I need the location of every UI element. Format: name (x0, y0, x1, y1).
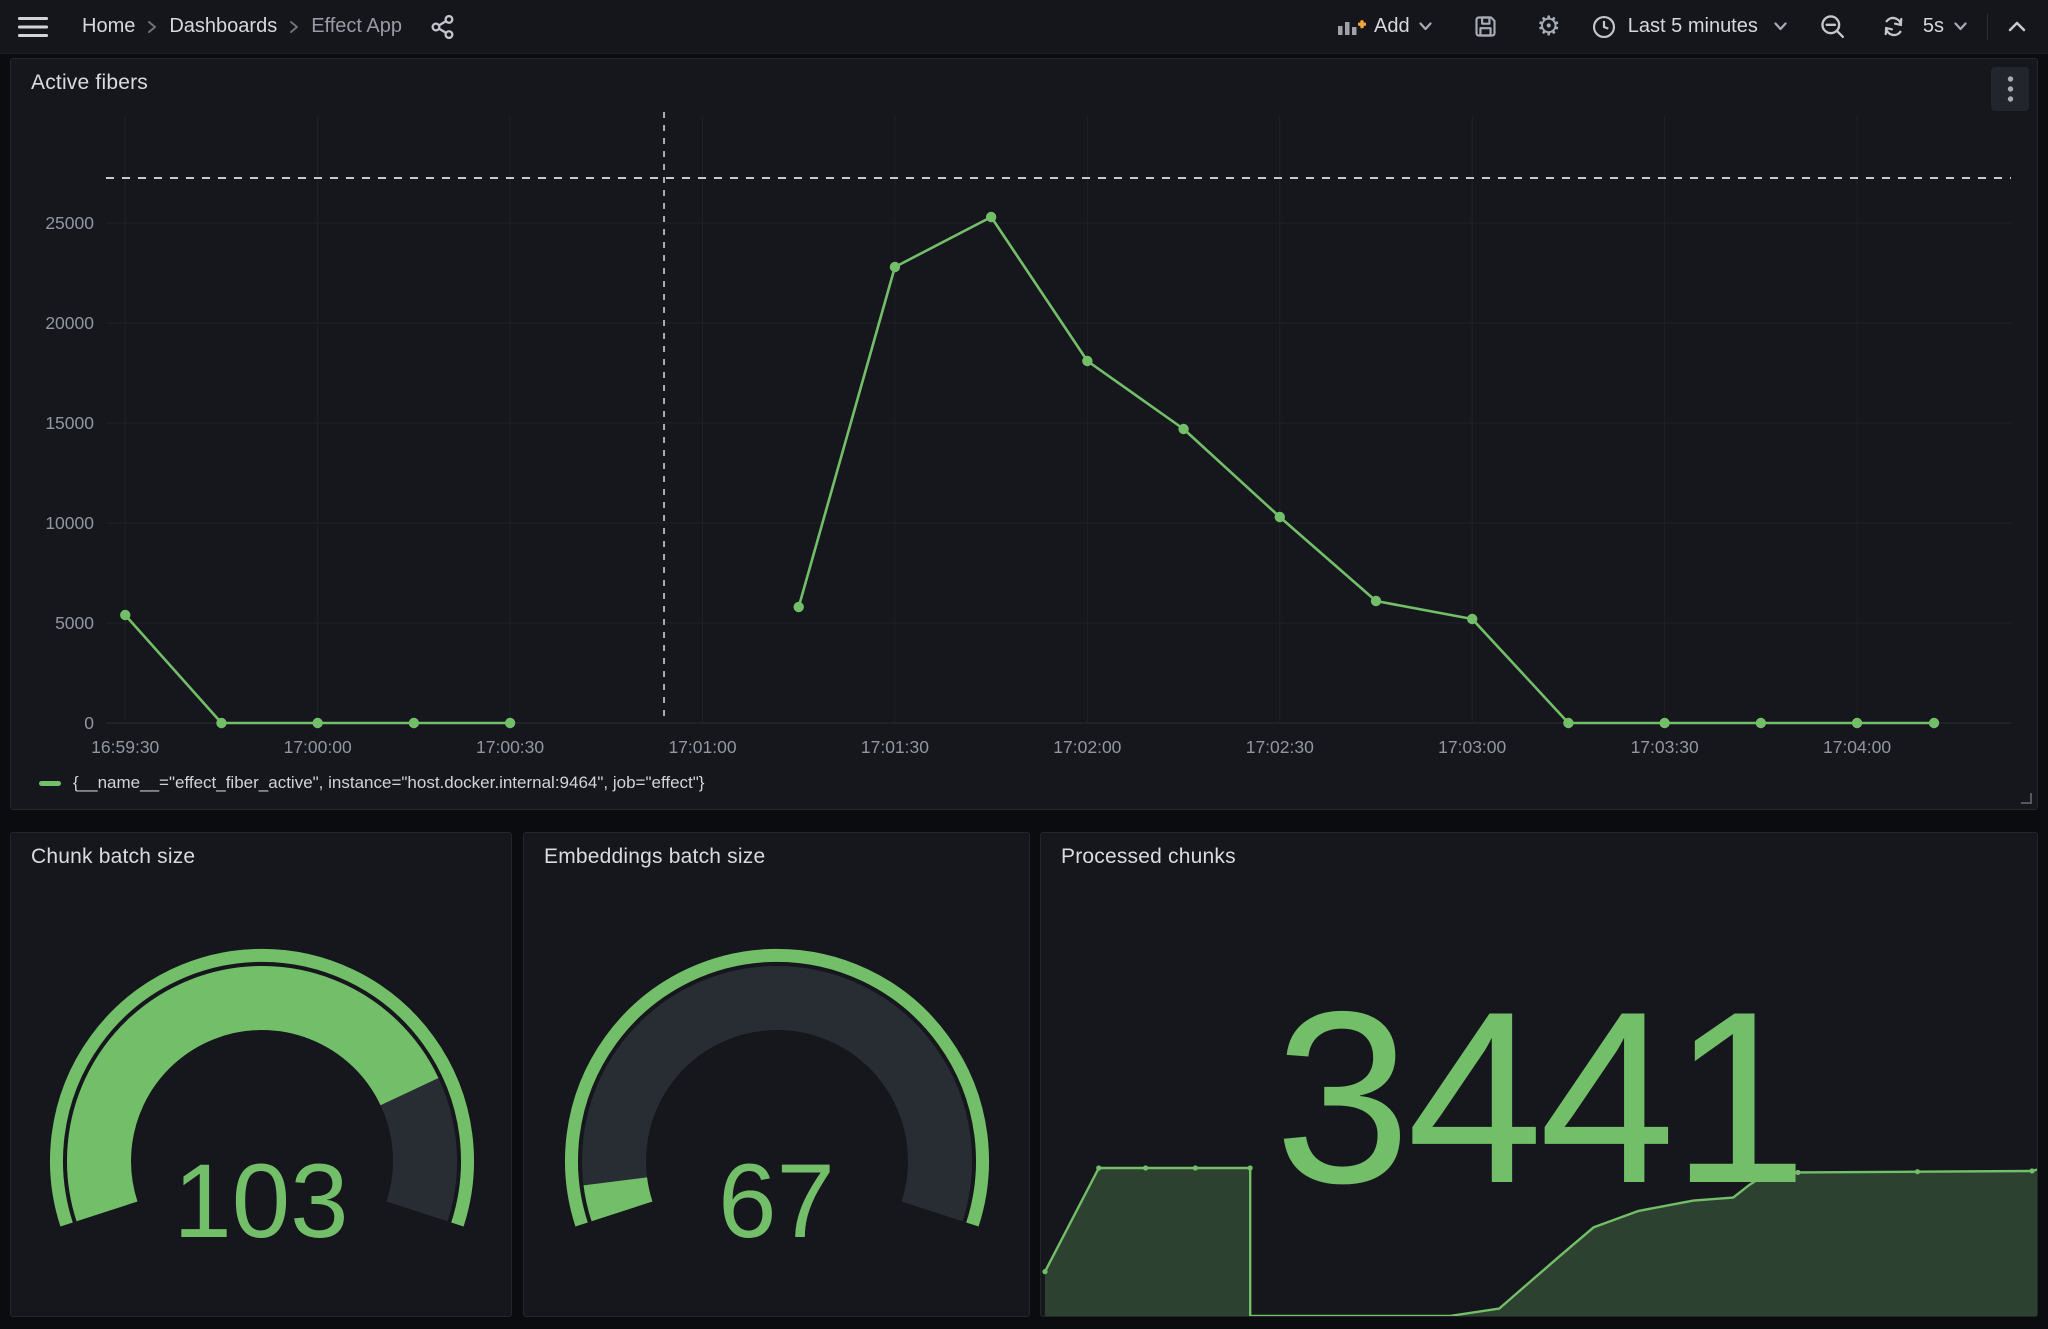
panel-title[interactable]: Processed chunks (1061, 845, 1236, 869)
chevron-down-icon (1419, 22, 1432, 31)
panel-resize-handle[interactable] (2021, 793, 2032, 804)
panel-title[interactable]: Embeddings batch size (544, 845, 765, 869)
svg-text:17:02:00: 17:02:00 (1053, 737, 1121, 757)
navbar-divider (1987, 14, 1988, 40)
dashboard-settings-button[interactable]: ⚙ (1533, 9, 1565, 44)
hamburger-icon (18, 14, 48, 40)
panel-embeddings-batch-size: Embeddings batch size 67 (523, 832, 1030, 1317)
time-range-label: Last 5 minutes (1628, 15, 1758, 38)
svg-text:5000: 5000 (55, 613, 94, 633)
panel-active-fibers: Active fibers 0 5000 10000 15000 20000 25000 1… (10, 58, 2038, 810)
breadcrumb-current: Effect App (311, 15, 402, 38)
refresh-picker: 5s (1876, 9, 1967, 44)
legend-label: {__name__="effect_fiber_active", instanc… (73, 773, 704, 793)
share-dashboard-button[interactable] (426, 10, 460, 44)
panel-title[interactable]: Active fibers (31, 71, 148, 95)
svg-text:10000: 10000 (45, 513, 94, 533)
svg-text:17:01:30: 17:01:30 (861, 737, 929, 757)
chevron-up-icon (2008, 21, 2026, 32)
refresh-icon (1880, 13, 1907, 40)
svg-text:17:03:00: 17:03:00 (1438, 737, 1506, 757)
svg-text:25000: 25000 (45, 213, 94, 233)
add-panel-icon (1336, 14, 1366, 40)
navbar-left: Home Dashboards Effect App (14, 10, 460, 44)
grafana-dashboard: Home Dashboards Effect App (0, 0, 2048, 1329)
legend-item[interactable]: {__name__="effect_fiber_active", instanc… (39, 773, 704, 793)
breadcrumb-separator-icon (289, 20, 299, 34)
clock-icon (1591, 14, 1617, 40)
stat-value: 3441 (1041, 975, 2037, 1220)
kiosk-mode-button[interactable] (2004, 17, 2030, 36)
share-icon (430, 14, 456, 40)
svg-text:17:03:30: 17:03:30 (1631, 737, 1699, 757)
svg-text:20000: 20000 (45, 313, 94, 333)
kebab-menu-icon (2007, 75, 2014, 103)
timeseries-chart[interactable]: 0 5000 10000 15000 20000 25000 16:59:30 17:00:0… (11, 59, 2039, 765)
svg-text:17:02:30: 17:02:30 (1246, 737, 1314, 757)
add-label: Add (1374, 15, 1410, 38)
svg-text:17:01:00: 17:01:00 (668, 737, 736, 757)
time-range-picker[interactable]: Last 5 minutes (1591, 14, 1787, 40)
gauge-value: 67 (524, 1149, 1029, 1254)
save-dashboard-button[interactable] (1468, 9, 1503, 44)
hamburger-menu-button[interactable] (14, 10, 52, 44)
svg-text:17:04:00: 17:04:00 (1823, 737, 1891, 757)
svg-text:17:00:00: 17:00:00 (284, 737, 352, 757)
svg-text:16:59:30: 16:59:30 (91, 737, 159, 757)
chevron-down-icon[interactable] (1954, 22, 1967, 31)
chevron-down-icon (1774, 22, 1787, 31)
breadcrumb-home[interactable]: Home (82, 15, 135, 38)
panel-chunk-batch-size: Chunk batch size 103 (10, 832, 512, 1317)
gear-icon: ⚙ (1537, 13, 1561, 40)
svg-text:17:00:30: 17:00:30 (476, 737, 544, 757)
svg-text:0: 0 (84, 713, 94, 733)
breadcrumb-dashboards[interactable]: Dashboards (169, 15, 277, 38)
add-button[interactable]: Add (1336, 14, 1432, 40)
breadcrumb-separator-icon (147, 20, 157, 34)
legend-swatch (39, 781, 61, 786)
navbar: Home Dashboards Effect App (0, 0, 2048, 54)
refresh-interval-label[interactable]: 5s (1923, 15, 1944, 38)
svg-text:15000: 15000 (45, 413, 94, 433)
panel-menu-button[interactable] (1991, 67, 2029, 111)
navbar-right: Add ⚙ (1336, 9, 2030, 44)
save-icon (1472, 13, 1499, 40)
zoom-out-icon (1819, 13, 1846, 40)
refresh-button[interactable] (1876, 9, 1911, 44)
zoom-out-button[interactable] (1815, 9, 1850, 44)
panel-title[interactable]: Chunk batch size (31, 845, 195, 869)
panel-processed-chunks: Processed chunks 3441 (1040, 832, 2038, 1317)
gauge-value: 103 (11, 1149, 511, 1254)
